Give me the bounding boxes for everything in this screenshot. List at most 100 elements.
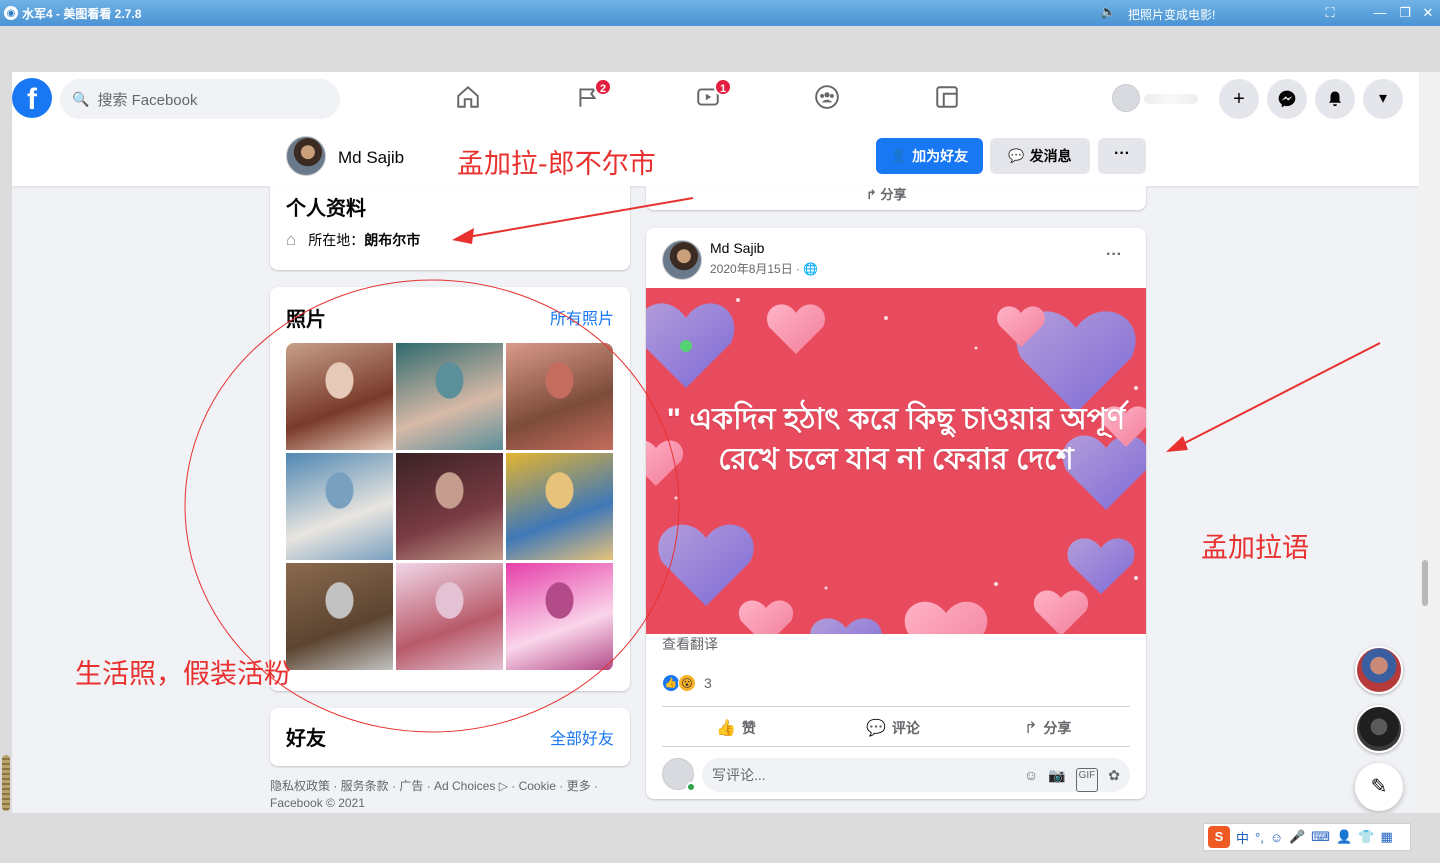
post-image[interactable]: " একদিন হঠাৎ করে কিছু চাওয়ার অপূর্ণ রেখ… [646,288,1146,634]
photo-thumbnail[interactable] [506,453,613,560]
emoji-icon[interactable]: ☺ [1024,758,1038,792]
grid-icon[interactable]: ▦ [1380,829,1392,845]
language-annotation: 孟加拉语 [1201,533,1309,564]
location-label: 所在地： [308,232,365,248]
comment-icon: 💬 [866,720,886,737]
facebook-logo[interactable]: f [12,78,52,118]
gif-icon[interactable]: GIF [1075,768,1099,792]
share-button[interactable]: ↱ 分享 [866,184,907,203]
fullscreen-icon[interactable]: ⛶ [1320,3,1340,23]
like-label: 赞 [741,720,756,736]
photo-thumbnail[interactable] [396,343,503,450]
messenger-icon: 💬 [1008,148,1025,163]
comment-placeholder: 写评论... [712,767,766,783]
photo-thumbnail[interactable] [286,563,393,670]
share-button[interactable]: ↱ 分享 [1024,714,1071,742]
scrollbar-track[interactable] [1419,72,1440,813]
share-label: 分享 [1043,720,1072,736]
wow-reaction-icon: 😮 [678,674,696,692]
comment-input[interactable]: 写评论... ☺ 📷 GIF ✿ [702,758,1130,792]
location-value[interactable]: 朗布尔市 [364,230,420,250]
all-photos-link[interactable]: 所有照片 [550,305,614,329]
message-button[interactable]: 💬 发消息 [990,138,1090,174]
home-icon [457,85,479,108]
post-date-text: 2020年8月15日 · [710,262,801,276]
see-translation-link[interactable]: 查看翻译 [662,634,718,654]
pages-badge: 2 [594,78,612,96]
emoji-icon[interactable]: ☺ [1270,830,1283,845]
user-icon[interactable]: 👤 [1336,829,1352,845]
minimize-button[interactable]: — [1370,3,1390,23]
account-chip[interactable] [1108,82,1204,116]
all-friends-link[interactable]: 全部好友 [550,725,614,749]
profile-sticky-header: Md Sajib 👤 加为好友 💬 发消息 ··· [12,126,1419,186]
photo-thumbnail[interactable] [286,453,393,560]
chat-head-avatar[interactable] [1355,705,1403,753]
watch-tab[interactable]: 1 [692,78,732,116]
post-author-name[interactable]: Md Sajib [710,240,764,256]
photos-card: 照片 所有照片 [270,287,630,691]
profile-name[interactable]: Md Sajib [338,148,404,168]
promo-banner[interactable]: 把照片变成电影! [1128,6,1215,23]
post-menu-button[interactable]: ··· [1106,246,1122,264]
photo-thumbnail[interactable] [286,343,393,450]
photo-thumbnail[interactable] [396,563,503,670]
ime-mode-label[interactable]: 中 [1236,828,1249,847]
messenger-icon [1278,90,1296,108]
profile-avatar[interactable] [286,136,326,176]
groups-tab[interactable] [811,84,843,116]
create-button[interactable]: + [1219,79,1259,119]
location-annotation: 孟加拉-郎不尔市 [457,149,656,180]
keyboard-icon[interactable]: ⌨ [1311,829,1330,845]
previous-post-actions: ↱ 分享 [646,186,1146,210]
sticker-icon[interactable]: ✿ [1108,758,1120,792]
photo-thumbnail[interactable] [506,563,613,670]
new-message-button[interactable]: ✎ [1355,763,1403,811]
home-icon: ⌂ [286,230,297,249]
ime-toolbar[interactable]: S 中 °, ☺ 🎤 ⌨ 👤 👕 ▦ [1203,823,1411,851]
sogou-icon[interactable]: S [1208,826,1230,848]
microphone-icon[interactable]: 🎤 [1289,829,1305,845]
scrollbar-thumb[interactable] [1422,560,1428,606]
post-author-avatar[interactable] [662,240,702,280]
photos-title: 照片 [286,309,326,331]
speaker-icon[interactable]: 🔈 [1100,4,1116,20]
reaction-count: 3 [704,675,712,691]
divider [662,746,1130,747]
like-button[interactable]: 👍 赞 [716,714,756,742]
post-card: Md Sajib 2020年8月15日 · 🌐 ··· " একদিন হঠাৎ… [646,228,1146,799]
notifications-icon [1329,91,1341,107]
avatar [1112,84,1140,112]
punctuation-icon[interactable]: °, [1255,830,1264,845]
photo-thumbnail[interactable] [396,453,503,560]
home-tab[interactable] [452,84,484,116]
camera-icon[interactable]: 📷 [1048,758,1065,792]
share-icon: ↱ [866,187,877,202]
close-button[interactable]: ✕ [1418,3,1438,23]
search-icon: 🔍 [72,90,90,107]
photo-thumbnail[interactable] [506,343,613,450]
more-options-button[interactable]: ··· [1098,138,1146,174]
comment-button[interactable]: 💬 评论 [866,714,920,742]
intro-title: 个人资料 [286,198,366,220]
restore-button[interactable]: ❐ [1395,3,1415,23]
skin-icon[interactable]: 👕 [1358,829,1374,845]
share-label: 分享 [880,187,907,202]
chat-head-avatar[interactable] [1355,646,1403,694]
blurred-name [1144,94,1198,104]
account-menu-button[interactable]: ▾ [1363,79,1403,119]
gaming-icon [936,86,958,108]
messenger-button[interactable] [1267,79,1307,119]
pages-tab[interactable]: 2 [572,78,612,116]
message-label: 发消息 [1029,148,1072,164]
footer-links[interactable]: 隐私权政策 · 服务条款 · 广告 · Ad Choices ▷ · Cooki… [270,778,620,812]
post-date[interactable]: 2020年8月15日 · 🌐 [710,260,818,277]
reactions-summary[interactable]: 👍 😮 3 [662,674,712,692]
friends-card: 好友 全部好友 [270,708,630,766]
search-input[interactable]: 🔍 搜索 Facebook [60,79,340,119]
notifications-button[interactable] [1315,79,1355,119]
online-status-dot [686,782,696,792]
gaming-tab[interactable] [931,84,963,116]
zoom-slider[interactable] [2,755,10,811]
add-friend-button[interactable]: 👤 加为好友 [876,138,983,174]
